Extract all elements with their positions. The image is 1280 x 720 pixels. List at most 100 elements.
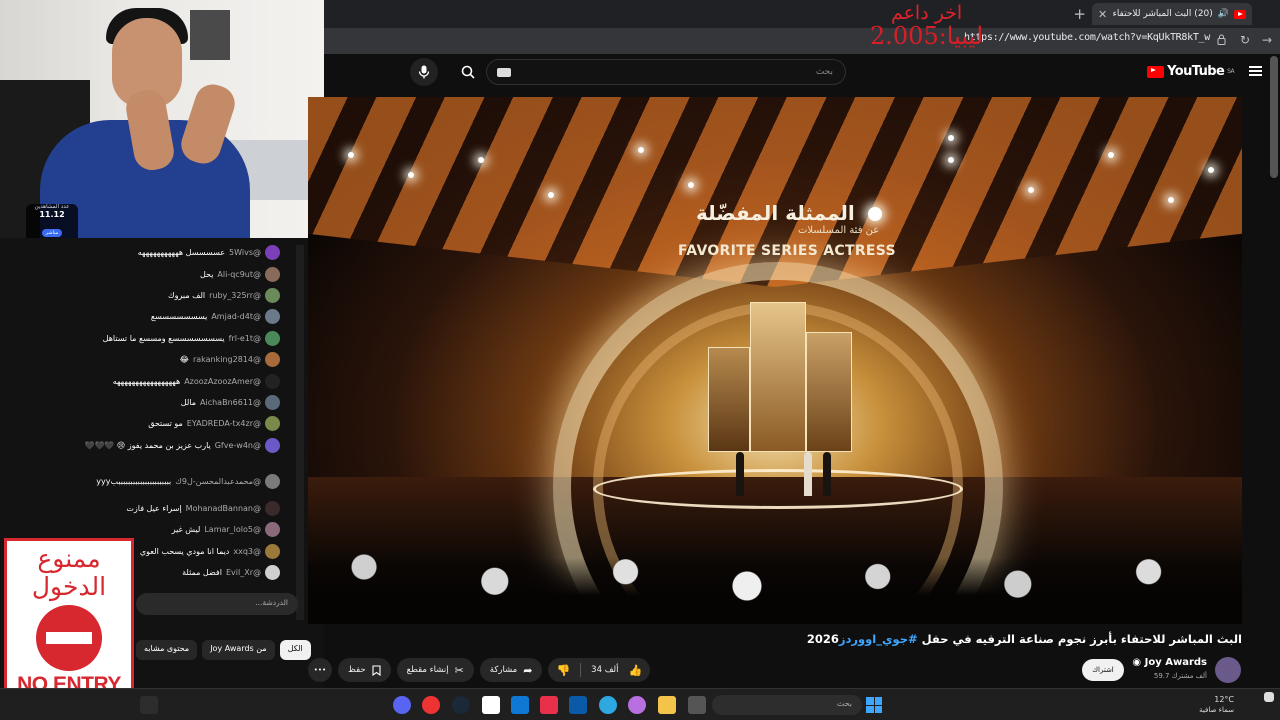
chat-username[interactable]: @ruby_325rr <box>209 291 261 300</box>
taskbar-app-icon[interactable] <box>140 696 158 714</box>
voice-search-button[interactable] <box>410 58 438 86</box>
chat-username[interactable]: @Lamar_lolo5 <box>204 525 261 534</box>
task-view-icon[interactable] <box>688 696 706 714</box>
chat-avatar[interactable] <box>265 245 280 260</box>
discord-icon[interactable] <box>393 696 411 714</box>
windows-start-icon[interactable] <box>866 697 882 713</box>
chat-message: @MohanadBannan إسراء عيل فازت <box>126 501 280 516</box>
save-button[interactable]: حفظ <box>338 658 391 682</box>
page-scrollbar[interactable] <box>1270 56 1278 178</box>
filter-chip[interactable]: من Joy Awards <box>202 640 275 660</box>
chat-message: @5Wivs عسسسسل هههههههههههه <box>138 245 280 260</box>
search-input[interactable]: بحث <box>486 59 846 85</box>
chat-message-text: عسسسسل هههههههههههه <box>137 248 226 257</box>
chat-username[interactable]: @محمدعبدالمحسن-ل9ك <box>175 477 261 486</box>
url-field[interactable]: https://www.youtube.com/watch?v=KqUkTR8k… <box>964 32 1210 50</box>
video-hashtag[interactable]: #جوي_اووردز <box>839 632 918 646</box>
steam-icon[interactable] <box>452 696 470 714</box>
webcam-feed: عدد المشاهدين 11.12 مباشر <box>0 0 324 238</box>
site-info-icon[interactable] <box>1217 34 1226 45</box>
keyboard-icon[interactable] <box>497 68 511 77</box>
chat-avatar[interactable] <box>265 374 280 389</box>
chat-username[interactable]: @Gfve-w4n <box>215 441 261 450</box>
file-explorer-icon[interactable] <box>658 696 676 714</box>
chat-avatar[interactable] <box>265 544 280 559</box>
search-button[interactable] <box>454 58 482 86</box>
capcut-icon[interactable] <box>482 696 500 714</box>
filter-chip[interactable]: الكل <box>279 640 311 660</box>
taskbar-search-placeholder: بحث <box>836 699 852 708</box>
youtube-logo[interactable]: YouTube SA <box>1147 64 1235 79</box>
chat-username[interactable]: @AzoozAzoozAmer <box>184 377 261 386</box>
dislike-icon[interactable]: 👎 <box>556 664 570 677</box>
no-entry-arabic: ممنوع الدخول <box>31 544 107 601</box>
chat-avatar[interactable] <box>265 416 280 431</box>
chat-username[interactable]: @rakanking2814 <box>193 355 261 364</box>
chat-message-text: الف مبروك <box>168 291 206 300</box>
chat-avatar[interactable] <box>265 288 280 303</box>
channel-name[interactable]: ◉ Joy Awards <box>1132 657 1207 668</box>
chat-avatar[interactable] <box>265 352 280 367</box>
chat-avatar[interactable] <box>265 474 280 489</box>
chat-avatar[interactable] <box>265 565 280 580</box>
video-player[interactable]: الممثلة المفضّلة عن فئة المسلسلات FAVORI… <box>308 97 1242 624</box>
chat-avatar[interactable] <box>265 522 280 537</box>
chat-message-text: إسراء عيل فازت <box>126 504 182 513</box>
related-filter-chips: الكل من Joy Awards محتوى مشابه <box>136 640 311 660</box>
chat-username[interactable]: @Amjad-d4t <box>211 312 261 321</box>
back-arrow-icon[interactable]: → <box>1262 33 1272 47</box>
chat-message: @ruby_325rr الف مبروك <box>168 288 280 303</box>
taskbar-search[interactable]: بحث <box>712 695 862 715</box>
copilot-icon[interactable] <box>628 696 646 714</box>
share-label: مشاركة <box>489 665 518 675</box>
chat-scrollbar[interactable] <box>296 245 304 620</box>
chat-username[interactable]: @EYADREDA-tx4zr <box>187 419 261 428</box>
stage-ring <box>593 469 963 509</box>
subscribe-button[interactable]: اشتراك <box>1082 659 1124 681</box>
like-dislike-group: 👎 34 ألف 👍 <box>548 658 651 682</box>
more-button[interactable]: ••• <box>308 658 332 682</box>
chat-avatar[interactable] <box>265 395 280 410</box>
chat-message-text: ديما انا مودي يسحب العوي <box>139 547 230 556</box>
chat-username[interactable]: @frl-e1t <box>229 334 261 343</box>
reload-icon[interactable]: ↻ <box>1240 33 1250 47</box>
chat-avatar[interactable] <box>265 331 280 346</box>
chat-avatar[interactable] <box>265 309 280 324</box>
chat-username[interactable]: @MohanadBannan <box>186 504 261 513</box>
tab-title: (20) البث المباشر للاحتفاء بأبرز <box>1112 9 1213 19</box>
browser-tab-youtube[interactable]: 🔊 (20) البث المباشر للاحتفاء بأبرز ✕ <box>1092 3 1252 25</box>
viewer-count-widget: عدد المشاهدين 11.12 مباشر <box>26 204 78 238</box>
clip-button[interactable]: إنشاء مقطع ✂ <box>396 658 474 682</box>
store-icon[interactable] <box>569 696 587 714</box>
chat-username[interactable]: @AichaBn6611 <box>200 398 261 407</box>
video-title-year: 2026 <box>806 632 839 646</box>
stream-left-panel: عدد المشاهدين 11.12 مباشر @5Wivs عسسسسل ه… <box>0 0 324 720</box>
notification-icon[interactable] <box>1264 692 1274 702</box>
chat-username[interactable]: @5Wivs <box>229 248 261 257</box>
scissors-icon: ✂ <box>454 663 464 677</box>
edge-icon[interactable] <box>599 696 617 714</box>
weather-widget[interactable]: 12°C سماء صافية <box>1199 694 1234 716</box>
chat-message-text: يحل <box>199 270 214 279</box>
new-tab-button[interactable]: + <box>1073 5 1086 23</box>
filter-chip[interactable]: محتوى مشابه <box>136 640 198 660</box>
chat-avatar[interactable] <box>265 267 280 282</box>
microphone-icon <box>418 65 430 79</box>
chat-message-text: يسسسسسسسع ومسسع ما تستاهل <box>102 334 225 343</box>
nominee-panel <box>806 332 852 452</box>
chat-username[interactable]: @Ali-qc9ut <box>217 270 261 279</box>
channel-avatar[interactable] <box>1215 657 1241 683</box>
outlook-icon[interactable] <box>511 696 529 714</box>
share-button[interactable]: مشاركة ➦ <box>479 658 543 682</box>
chat-avatar[interactable] <box>265 501 280 516</box>
chat-username[interactable]: @Evil_Xr <box>226 568 261 577</box>
chat-username[interactable]: @xxq3 <box>233 547 261 556</box>
tab-close-button[interactable]: ✕ <box>1098 8 1107 21</box>
like-icon[interactable]: 👍 <box>628 664 642 677</box>
menu-icon[interactable] <box>1249 66 1262 76</box>
chat-message: @xxq3 ديما انا مودي يسحب العوي <box>140 544 280 559</box>
gift-icon[interactable] <box>540 696 558 714</box>
chat-input[interactable]: الدردشة... <box>136 593 298 615</box>
chat-avatar[interactable] <box>265 438 280 453</box>
app-icon[interactable] <box>422 696 440 714</box>
